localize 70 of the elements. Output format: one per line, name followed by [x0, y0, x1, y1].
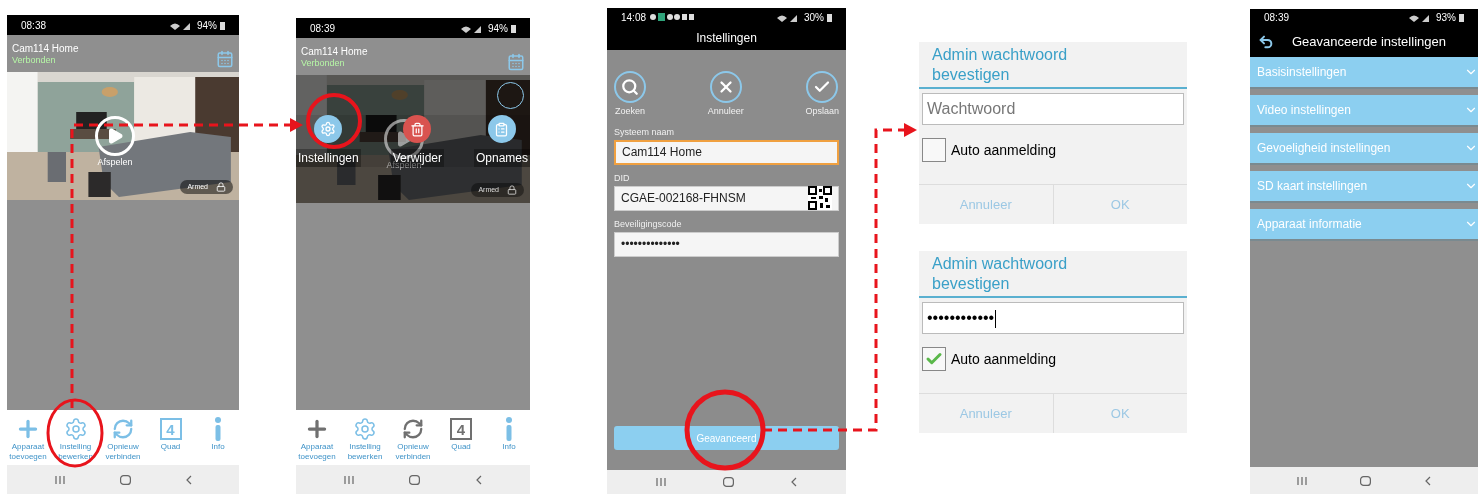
- battery-level: 94%: [488, 21, 508, 36]
- battery-icon: [1459, 13, 1464, 22]
- status-time: 08:39: [1264, 11, 1290, 25]
- home-icon[interactable]: [1360, 475, 1372, 486]
- back-icon[interactable]: [1425, 475, 1432, 486]
- toolbar-button[interactable]: 4 Quad: [440, 416, 482, 452]
- action-button[interactable]: Zoeken: [614, 71, 646, 119]
- toolbar-button[interactable]: Apparaat toevoegen: [296, 416, 338, 462]
- device-name: Cam114 Home: [12, 44, 79, 54]
- password-field[interactable]: Wachtwoord: [922, 93, 1184, 125]
- input-field[interactable]: Cam114 Home: [614, 139, 839, 165]
- connection-status: Verbonden: [12, 56, 57, 65]
- quad-icon[interactable]: 4: [450, 418, 472, 440]
- lock-icon: [216, 181, 226, 192]
- check-icon[interactable]: [806, 71, 839, 103]
- back-icon[interactable]: [185, 474, 192, 485]
- qr-code-icon[interactable]: [808, 186, 832, 210]
- auto-login-checkbox[interactable]: Auto aanmelding: [922, 138, 1187, 162]
- battery-level: 93%: [1436, 11, 1456, 25]
- toolbar-button[interactable]: Instelling bewerken: [344, 416, 386, 462]
- input-field[interactable]: CGAE-002168-FHNSM: [614, 185, 839, 211]
- menu-action[interactable]: Opnames: [473, 115, 530, 167]
- battery-icon: [827, 12, 832, 22]
- home-icon[interactable]: [723, 477, 734, 487]
- toolbar-button[interactable]: Opnieuw verbinden: [392, 416, 434, 462]
- field-label: DID: [614, 171, 631, 184]
- toolbar-button[interactable]: 4 Quad: [149, 416, 192, 452]
- status-time: 14:08: [621, 10, 647, 25]
- battery-icon: [511, 23, 516, 33]
- status-time: 08:39: [310, 21, 336, 36]
- checkbox[interactable]: [922, 138, 946, 162]
- back-icon[interactable]: [791, 477, 798, 487]
- dialog-title: Admin wachtwoord bevestigen: [932, 254, 1069, 294]
- toolbar-button[interactable]: Apparaat toevoegen: [7, 416, 49, 462]
- refresh-icon[interactable]: [402, 418, 424, 440]
- toolbar-button[interactable]: Opnieuw verbinden: [102, 416, 144, 462]
- play-icon[interactable]: [95, 116, 135, 156]
- field-label: Beveiligingscode: [614, 217, 683, 230]
- field-label: Systeem naam: [614, 125, 676, 138]
- device-name: Cam114 Home: [301, 47, 368, 57]
- menu-action[interactable]: Instellingen: [296, 115, 361, 167]
- battery-icon: [220, 20, 225, 30]
- input-field[interactable]: ••••••••••••••: [614, 231, 839, 257]
- password-field[interactable]: ••••••••••••: [922, 302, 1184, 334]
- status-time: 08:38: [21, 18, 47, 33]
- screen-title: Geavanceerde instellingen: [1292, 32, 1446, 51]
- auto-login-checkbox[interactable]: Auto aanmelding: [922, 347, 1187, 371]
- battery-level: 94%: [197, 18, 217, 33]
- back-arrow-icon[interactable]: [1258, 33, 1274, 50]
- home-icon[interactable]: [409, 474, 421, 485]
- dialog-title: Admin wachtwoord bevestigen: [932, 45, 1069, 85]
- screen-title: Instellingen: [696, 30, 757, 47]
- action-button[interactable]: Opslaan: [805, 71, 839, 119]
- close-icon[interactable]: [709, 71, 742, 103]
- highlight-circle: [46, 398, 104, 468]
- checkbox[interactable]: [922, 347, 946, 371]
- lock-icon: [507, 184, 517, 195]
- quad-icon[interactable]: 4: [159, 418, 182, 440]
- toolbar-button[interactable]: Instelling bewerken: [54, 416, 97, 462]
- highlight-circle: [306, 93, 362, 149]
- toolbar-button[interactable]: Info: [488, 416, 530, 452]
- home-icon[interactable]: [119, 474, 131, 485]
- toolbar-button[interactable]: Info: [197, 416, 239, 452]
- back-icon[interactable]: [476, 474, 483, 485]
- play-label: Afspelen: [97, 156, 133, 169]
- connection-status: Verbonden: [301, 59, 346, 68]
- battery-level: 30%: [804, 10, 824, 25]
- notification-icons-drawing: [650, 13, 695, 21]
- search-icon[interactable]: [614, 71, 646, 103]
- action-button[interactable]: Annuleer: [707, 71, 744, 119]
